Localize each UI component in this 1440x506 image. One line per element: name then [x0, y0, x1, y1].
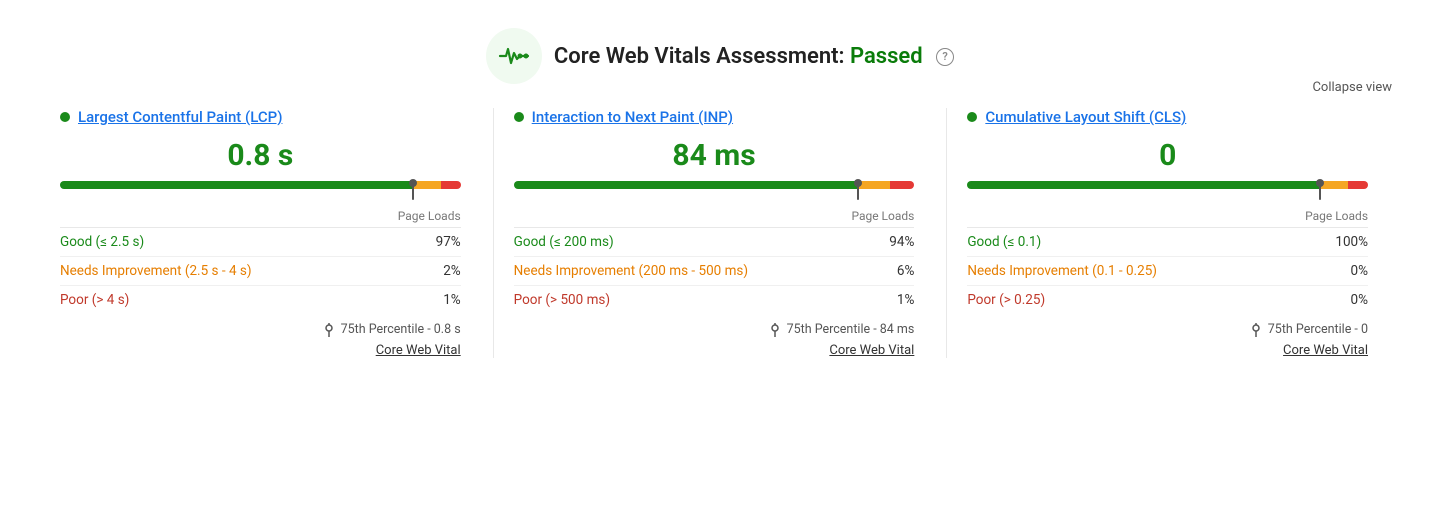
vital-title-inp[interactable]: Interaction to Next Paint (INP) — [514, 108, 915, 126]
gauge-needs — [413, 181, 441, 189]
metric-row-needs: Needs Improvement (2.5 s - 4 s) 2% — [60, 257, 461, 286]
percentile-row: 75th Percentile - 0 — [967, 322, 1368, 337]
vital-name: Cumulative Layout Shift (CLS) — [985, 108, 1186, 126]
percentile-icon — [323, 323, 335, 337]
metric-row-good: Good (≤ 200 ms) 94% — [514, 228, 915, 257]
row-label: Good (≤ 2.5 s) — [60, 234, 144, 250]
gauge-marker — [412, 182, 414, 200]
row-label: Poor (> 500 ms) — [514, 292, 610, 308]
row-label: Poor (> 0.25) — [967, 292, 1045, 308]
metric-row-poor: Poor (> 500 ms) 1% — [514, 286, 915, 314]
vital-title-cls[interactable]: Cumulative Layout Shift (CLS) — [967, 108, 1368, 126]
row-label: Good (≤ 0.1) — [967, 234, 1041, 250]
metric-row-good: Good (≤ 2.5 s) 97% — [60, 228, 461, 257]
gauge-poor — [1348, 181, 1368, 189]
gauge-good — [60, 181, 413, 189]
row-value: 94% — [889, 234, 914, 250]
metric-row-poor: Poor (> 4 s) 1% — [60, 286, 461, 314]
gauge-wrapper — [514, 181, 915, 201]
row-label: Needs Improvement (0.1 - 0.25) — [967, 263, 1157, 279]
percentile-icon — [1250, 323, 1262, 337]
vitals-container: Largest Contentful Paint (LCP) 0.8 s Pag… — [0, 92, 1440, 382]
metric-value-cls: 0 — [967, 138, 1368, 173]
row-value: 2% — [443, 263, 460, 279]
metric-row-needs: Needs Improvement (200 ms - 500 ms) 6% — [514, 257, 915, 286]
row-value: 100% — [1335, 234, 1368, 250]
collapse-view-button[interactable]: Collapse view — [1312, 80, 1392, 95]
gauge-good — [514, 181, 859, 189]
gauge-marker — [1319, 182, 1321, 200]
row-value: 6% — [897, 263, 914, 279]
gauge-wrapper — [967, 181, 1368, 201]
metric-value-inp: 84 ms — [514, 138, 915, 173]
gauge-wrapper — [60, 181, 461, 201]
metric-value-lcp: 0.8 s — [60, 138, 461, 173]
core-web-vital-link-inp[interactable]: Core Web Vital — [514, 343, 915, 358]
metric-rows: Good (≤ 200 ms) 94% Needs Improvement (2… — [514, 227, 915, 314]
metric-rows: Good (≤ 0.1) 100% Needs Improvement (0.1… — [967, 227, 1368, 314]
row-value: 0% — [1351, 263, 1368, 279]
row-value: 1% — [897, 292, 914, 308]
percentile-text: 75th Percentile - 0.8 s — [341, 322, 461, 337]
metric-rows: Good (≤ 2.5 s) 97% Needs Improvement (2.… — [60, 227, 461, 314]
gauge-track — [60, 181, 461, 189]
core-web-vital-link-cls[interactable]: Core Web Vital — [967, 343, 1368, 358]
vital-panel-lcp: Largest Contentful Paint (LCP) 0.8 s Pag… — [40, 108, 494, 358]
page-loads-label: Page Loads — [514, 209, 915, 223]
percentile-row: 75th Percentile - 84 ms — [514, 322, 915, 337]
row-value: 1% — [443, 292, 460, 308]
metric-row-poor: Poor (> 0.25) 0% — [967, 286, 1368, 314]
percentile-text: 75th Percentile - 0 — [1268, 322, 1368, 337]
vital-title-lcp[interactable]: Largest Contentful Paint (LCP) — [60, 108, 461, 126]
gauge-needs — [858, 181, 890, 189]
vital-panel-cls: Cumulative Layout Shift (CLS) 0 Page Loa… — [947, 108, 1400, 358]
row-label: Needs Improvement (200 ms - 500 ms) — [514, 263, 748, 279]
row-label: Good (≤ 200 ms) — [514, 234, 614, 250]
core-web-vital-link-lcp[interactable]: Core Web Vital — [60, 343, 461, 358]
row-value: 0% — [1351, 292, 1368, 308]
status-dot — [60, 112, 70, 122]
gauge-poor — [441, 181, 461, 189]
percentile-row: 75th Percentile - 0.8 s — [60, 322, 461, 337]
vital-name: Interaction to Next Paint (INP) — [532, 108, 733, 126]
status-dot — [514, 112, 524, 122]
assessment-title: Core Web Vitals Assessment: Passed ? — [554, 44, 954, 69]
gauge-track — [967, 181, 1368, 189]
metric-row-good: Good (≤ 0.1) 100% — [967, 228, 1368, 257]
gauge-poor — [890, 181, 914, 189]
row-label: Needs Improvement (2.5 s - 4 s) — [60, 263, 252, 279]
header: Core Web Vitals Assessment: Passed ? — [0, 0, 1440, 92]
row-label: Poor (> 4 s) — [60, 292, 129, 308]
status-dot — [967, 112, 977, 122]
metric-row-needs: Needs Improvement (0.1 - 0.25) 0% — [967, 257, 1368, 286]
percentile-icon — [769, 323, 781, 337]
page-loads-label: Page Loads — [967, 209, 1368, 223]
percentile-text: 75th Percentile - 84 ms — [787, 322, 915, 337]
vitals-icon — [486, 28, 542, 84]
gauge-marker — [857, 182, 859, 200]
gauge-needs — [1320, 181, 1348, 189]
vital-panel-inp: Interaction to Next Paint (INP) 84 ms Pa… — [494, 108, 948, 358]
vital-name: Largest Contentful Paint (LCP) — [78, 108, 282, 126]
row-value: 97% — [436, 234, 461, 250]
page-loads-label: Page Loads — [60, 209, 461, 223]
gauge-good — [967, 181, 1320, 189]
help-icon[interactable]: ? — [936, 48, 954, 66]
